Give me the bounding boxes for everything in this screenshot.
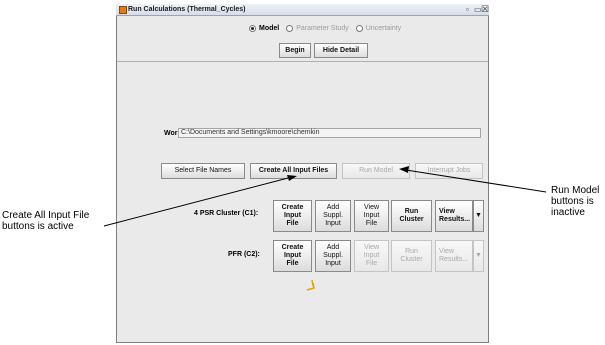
right-annotation-arrow — [405, 169, 547, 193]
left-arrowhead-icon — [287, 175, 297, 181]
cursor-marker-icon — [306, 279, 315, 291]
annotation-right: Run Model buttons is inactive — [551, 185, 600, 218]
left-annotation-arrow — [103, 176, 293, 227]
annotation-left: Create All Input File buttons is active — [2, 210, 90, 232]
annotation-arrows — [103, 166, 547, 291]
right-arrowhead-icon — [399, 166, 409, 173]
